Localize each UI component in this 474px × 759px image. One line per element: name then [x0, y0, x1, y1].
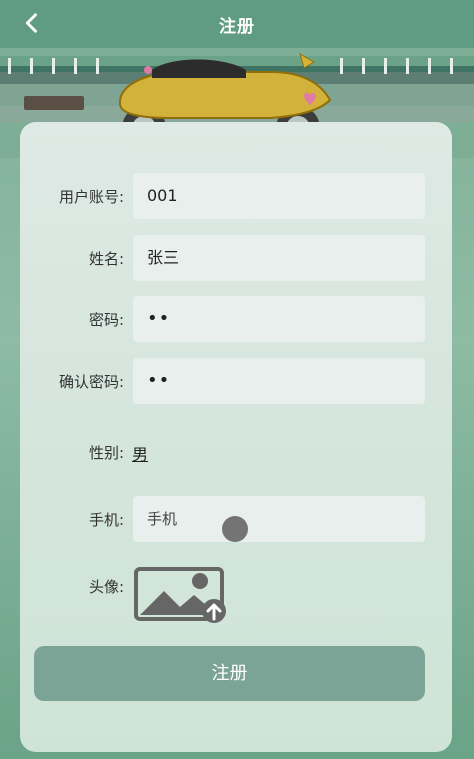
app-header: 注册 — [0, 0, 474, 48]
touch-cursor-indicator — [222, 516, 248, 542]
confirm-password-label: 确认密码: — [58, 373, 124, 391]
account-input[interactable]: 001 — [133, 173, 425, 219]
password-row: 密码: •• — [20, 296, 452, 342]
avatar-row: 头像: — [20, 563, 452, 609]
account-row: 用户账号: 001 — [20, 173, 452, 219]
password-label: 密码: — [88, 311, 124, 329]
image-upload-icon[interactable] — [134, 567, 232, 625]
gender-label: 性别: — [88, 444, 124, 462]
confirm-password-input[interactable]: •• — [133, 358, 425, 404]
name-row: 姓名: 张三 — [20, 235, 452, 281]
avatar-label: 头像: — [88, 578, 124, 596]
name-label: 姓名: — [88, 250, 124, 268]
name-input[interactable]: 张三 — [133, 235, 425, 281]
page-title: 注册 — [219, 17, 255, 37]
password-input[interactable]: •• — [133, 296, 425, 342]
gender-select[interactable]: 男 — [132, 441, 148, 465]
phone-label: 手机: — [88, 511, 124, 529]
gender-row: 性别: 男 — [20, 429, 452, 475]
registration-card: 用户账号: 001 姓名: 张三 密码: •• 确认密码: •• 性别: 男 手… — [20, 122, 452, 752]
confirm-password-row: 确认密码: •• — [20, 358, 452, 404]
register-button[interactable]: 注册 — [34, 646, 425, 701]
account-label: 用户账号: — [58, 188, 124, 206]
phone-input[interactable]: 手机 — [133, 496, 425, 542]
